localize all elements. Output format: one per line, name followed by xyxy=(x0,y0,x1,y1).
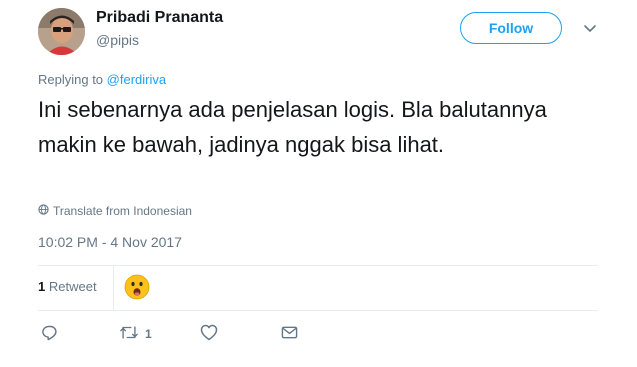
reply-button[interactable] xyxy=(41,324,58,344)
author-display-name[interactable]: Pribadi Prananta xyxy=(96,9,223,27)
tweet-text: Ini sebenarnya ada penjelasan logis. Bla… xyxy=(38,97,547,157)
tweet-timestamp[interactable]: 10:02 PM - 4 Nov 2017 xyxy=(38,234,182,250)
retweet-button[interactable]: 1 xyxy=(119,324,152,344)
like-button[interactable] xyxy=(200,324,218,344)
translate-label: Translate from Indonesian xyxy=(53,204,192,218)
retweet-stats[interactable]: 1 Retweet xyxy=(38,279,97,294)
reply-mention-link[interactable]: @ferdiriva xyxy=(107,72,166,87)
heart-icon xyxy=(200,324,218,344)
direct-message-button[interactable] xyxy=(281,324,298,344)
reply-icon xyxy=(41,324,58,344)
envelope-icon xyxy=(281,325,298,343)
stats-divider xyxy=(113,266,114,310)
retweet-count: 1 xyxy=(38,279,46,294)
divider xyxy=(38,265,598,266)
replying-prefix: Replying to xyxy=(38,72,104,87)
avatar[interactable] xyxy=(38,8,85,55)
translate-link[interactable]: Translate from Indonesian xyxy=(38,204,192,218)
globe-icon xyxy=(38,204,49,218)
retweet-stats-label: Retweet xyxy=(48,279,97,294)
retweeter-avatar[interactable] xyxy=(124,274,150,300)
retweet-icon xyxy=(119,324,139,344)
replying-to: Replying to @ferdiriva xyxy=(38,72,166,87)
chevron-down-icon[interactable] xyxy=(582,20,598,36)
retweet-count-label: 1 xyxy=(145,327,152,341)
follow-button[interactable]: Follow xyxy=(460,12,562,44)
author-handle[interactable]: @pipis xyxy=(96,32,139,48)
divider xyxy=(38,310,598,311)
